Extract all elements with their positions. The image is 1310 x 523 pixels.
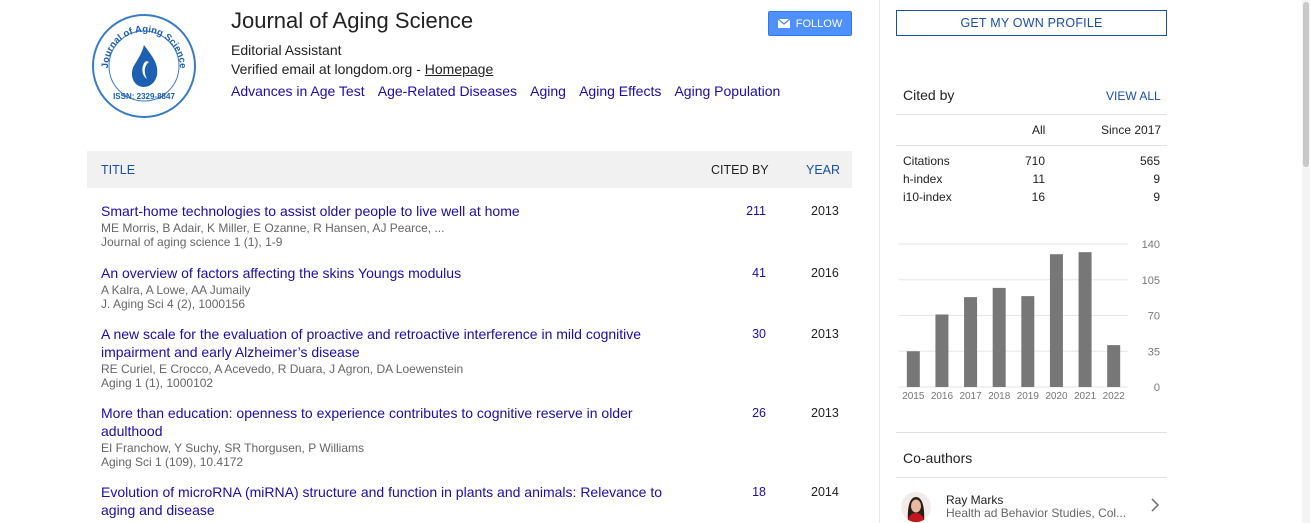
stat-label: i10-index — [903, 190, 952, 204]
interest-link[interactable]: Aging Population — [674, 83, 780, 99]
cited-count-link[interactable]: 211 — [746, 204, 766, 218]
y-tick-label: 70 — [1148, 311, 1160, 323]
stat-all: 16 — [1031, 190, 1045, 204]
x-tick-label: 2016 — [931, 391, 954, 402]
cited-count-link[interactable]: 41 — [746, 266, 766, 280]
col-all-header: All — [1032, 123, 1046, 137]
divider — [896, 477, 1167, 478]
x-tick-label: 2020 — [1045, 391, 1068, 402]
bar-2021[interactable] — [1078, 252, 1092, 387]
email-text: Verified email at longdom.org - — [231, 61, 425, 77]
table-row: More than education: openness to experie… — [101, 404, 851, 469]
get-own-profile-button[interactable]: GET MY OWN PROFILE — [896, 10, 1167, 36]
sort-by-year[interactable]: YEAR — [806, 163, 840, 177]
cited-count-link[interactable]: 30 — [746, 327, 766, 341]
logo-seal-icon: Journal of Aging Science ISSN: 2329-8847 — [92, 14, 196, 118]
stat-since: 9 — [1153, 190, 1160, 204]
x-tick-label: 2017 — [959, 391, 982, 402]
table-row: Evolution of microRNA (miRNA) structure … — [101, 483, 851, 519]
article-source: J. Aging Sci 4 (2), 1000156 — [101, 297, 246, 311]
stat-since: 565 — [1139, 154, 1160, 168]
article-source: Aging Sci 1 (109), 10.4172 — [101, 455, 244, 469]
bar-2022[interactable] — [1107, 345, 1121, 387]
article-year: 2014 — [811, 485, 839, 499]
articles-table-header: TITLE CITED BY YEAR — [87, 151, 852, 188]
table-row: A new scale for the evaluation of proact… — [101, 325, 851, 390]
article-title-link[interactable]: Smart-home technologies to assist older … — [101, 202, 681, 220]
interest-link[interactable]: Age-Related Diseases — [378, 83, 517, 99]
article-year: 2013 — [811, 406, 839, 420]
article-title-link[interactable]: Evolution of microRNA (miRNA) structure … — [101, 483, 681, 519]
bar-2017[interactable] — [964, 297, 978, 387]
bar-2015[interactable] — [906, 351, 920, 387]
divider — [896, 145, 1167, 146]
table-row: An overview of factors affecting the ski… — [101, 264, 851, 311]
bar-2016[interactable] — [935, 314, 949, 387]
x-tick-label: 2018 — [988, 391, 1011, 402]
interest-link[interactable]: Aging — [530, 83, 566, 99]
article-title-link[interactable]: More than education: openness to experie… — [101, 404, 681, 440]
research-interests: Advances in Age Test Age-Related Disease… — [231, 83, 790, 99]
scrollbar-thumb[interactable] — [1303, 2, 1309, 167]
coauthors-title: Co-authors — [903, 450, 973, 466]
svg-text:ISSN: 2329-8847: ISSN: 2329-8847 — [113, 92, 175, 101]
follow-label: FOLLOW — [795, 17, 843, 30]
profile-name: Journal of Aging Science — [231, 8, 474, 33]
coauthor-affiliation: Health ad Behavior Studies, Col... — [946, 506, 1127, 520]
cited-by-title: Cited by — [903, 87, 955, 103]
interest-link[interactable]: Advances in Age Test — [231, 83, 365, 99]
stat-label: h-index — [903, 172, 943, 186]
y-tick-label: 0 — [1154, 382, 1160, 394]
person-avatar-icon — [901, 492, 931, 522]
follow-button[interactable]: FOLLOW — [768, 11, 852, 36]
column-divider — [879, 0, 880, 523]
stat-since: 9 — [1153, 172, 1160, 186]
chevron-right-icon[interactable] — [1150, 498, 1160, 517]
x-tick-label: 2022 — [1103, 391, 1126, 402]
journal-logo: Journal of Aging Science ISSN: 2329-8847 — [91, 13, 197, 119]
article-source: Aging 1 (1), 1000102 — [101, 376, 214, 390]
cited-count-link[interactable]: 26 — [746, 406, 766, 420]
bar-2020[interactable] — [1049, 254, 1063, 387]
citations-bar-chart: 0 35 70 105 140 2015 2016 2017 2018 2019 2020 2021 2… — [899, 239, 1160, 402]
col-since-header: Since 2017 — [1101, 123, 1162, 137]
coauthor-name[interactable]: Ray Marks — [946, 493, 1003, 507]
table-row: Smart-home technologies to assist older … — [101, 202, 851, 249]
interest-link[interactable]: Aging Effects — [579, 83, 661, 99]
profile-affiliation: Editorial Assistant — [231, 42, 342, 58]
article-authors: RE Curiel, E Crocco, A Acevedo, R Duara,… — [101, 362, 464, 376]
view-all-link[interactable]: VIEW ALL — [1106, 89, 1161, 103]
article-title-link[interactable]: An overview of factors affecting the ski… — [101, 264, 681, 282]
sort-by-title[interactable]: TITLE — [101, 163, 135, 177]
article-year: 2013 — [811, 204, 839, 218]
cited-by-header[interactable]: CITED BY — [711, 163, 769, 177]
bar-2019[interactable] — [1021, 296, 1035, 387]
x-tick-label: 2021 — [1074, 391, 1097, 402]
article-authors: EI Franchow, Y Suchy, SR Thorgusen, P Wi… — [101, 441, 365, 455]
divider — [896, 114, 1167, 115]
x-tick-label: 2015 — [902, 391, 925, 402]
y-tick-label: 35 — [1148, 346, 1160, 358]
article-authors: A Kalra, A Lowe, AA Jumaily — [101, 283, 251, 297]
bar-2018[interactable] — [992, 287, 1006, 387]
x-tick-label: 2019 — [1017, 391, 1040, 402]
y-tick-label: 140 — [1142, 239, 1160, 251]
divider — [896, 432, 1167, 433]
article-year: 2016 — [811, 266, 839, 280]
avatar[interactable] — [901, 492, 931, 522]
envelope-icon — [777, 19, 790, 28]
homepage-link[interactable]: Homepage — [425, 61, 494, 77]
article-authors: ME Morris, B Adair, K Miller, E Ozanne, … — [101, 221, 445, 235]
cited-count-link[interactable]: 18 — [746, 485, 766, 499]
y-tick-label: 105 — [1142, 275, 1160, 287]
stat-all: 11 — [1032, 172, 1045, 186]
profile-email: Verified email at longdom.org - Homepage — [231, 61, 493, 77]
article-title-link[interactable]: A new scale for the evaluation of proact… — [101, 325, 681, 361]
stat-label: Citations — [903, 154, 950, 168]
page-scrollbar[interactable] — [1302, 0, 1310, 523]
stat-all: 710 — [1024, 154, 1045, 168]
article-source: Journal of aging science 1 (1), 1-9 — [101, 235, 283, 249]
article-year: 2013 — [811, 327, 839, 341]
